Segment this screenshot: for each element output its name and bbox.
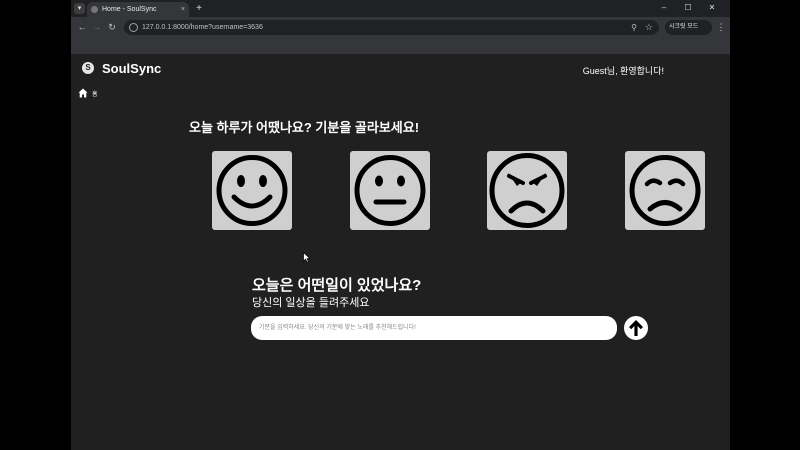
happy-face-icon — [216, 155, 288, 226]
forward-arrow-icon[interactable]: → — [91, 21, 103, 33]
reload-icon[interactable]: ↻ — [106, 21, 118, 33]
brand-logo-icon[interactable]: S — [82, 62, 94, 74]
mood-option-happy[interactable] — [212, 151, 292, 230]
angry-face-icon — [489, 153, 565, 228]
story-subtitle: 당신의 일상을 들려주세요 — [252, 297, 370, 309]
neutral-face-icon — [354, 155, 426, 226]
tab-close-icon[interactable]: × — [181, 4, 185, 15]
profile-chip[interactable]: 시크릿 모드 — [665, 20, 712, 35]
back-arrow-icon[interactable]: ← — [76, 21, 88, 33]
address-bar[interactable]: 127.0.0.1:8000/home?username=3636 ⚲ ☆ — [124, 20, 659, 35]
menu-dots-icon[interactable]: ⋮ — [716, 20, 726, 35]
minimize-button[interactable]: – — [653, 1, 675, 15]
browser-toolbar: ← → ↻ 127.0.0.1:8000/home?username=3636 … — [71, 17, 730, 37]
tab-strip: ▾ Home - SoulSync × + – ☐ ✕ — [71, 0, 730, 17]
mood-question: 오늘 하루가 어땠나요? 기분을 골라보세요! — [189, 120, 420, 135]
site-favicon-icon — [91, 6, 98, 13]
mood-option-neutral[interactable] — [350, 151, 430, 230]
tab-home[interactable]: Home - SoulSync × — [87, 2, 189, 17]
screen: ▾ Home - SoulSync × + – ☐ ✕ ← → ↻ 127.0.… — [0, 0, 800, 450]
sad-face-icon — [629, 155, 701, 226]
bookmark-star-icon[interactable]: ☆ — [645, 21, 653, 34]
tab-title: Home - SoulSync — [102, 6, 157, 13]
new-tab-button[interactable]: + — [193, 2, 205, 15]
url-text[interactable]: 127.0.0.1:8000/home?username=3636 — [142, 21, 263, 34]
mood-option-sad[interactable] — [625, 151, 705, 230]
submit-button[interactable] — [624, 316, 648, 340]
arrow-up-icon — [629, 320, 643, 336]
story-title: 오늘은 어떤일이 있었나요? — [252, 277, 422, 294]
bookmarks-bar — [71, 37, 730, 54]
page-content: S SoulSync Guest님, 환영합니다! 홈 오늘 하루가 어땠나요?… — [71, 54, 730, 450]
maximize-button[interactable]: ☐ — [677, 1, 699, 15]
tab-search-icon[interactable]: ▾ — [74, 3, 85, 14]
mood-text-input[interactable] — [251, 316, 617, 340]
browser-window: ▾ Home - SoulSync × + – ☐ ✕ ← → ↻ 127.0.… — [71, 0, 730, 450]
welcome-message: Guest님, 환영합니다! — [582, 66, 664, 76]
profile-label: 시크릿 모드 — [669, 24, 699, 30]
brand-name[interactable]: SoulSync — [102, 61, 161, 76]
home-label: 홈 — [92, 91, 98, 98]
mood-option-angry[interactable] — [487, 151, 567, 230]
home-link[interactable]: 홈 — [78, 88, 98, 98]
home-icon — [78, 88, 88, 98]
close-window-button[interactable]: ✕ — [701, 1, 723, 15]
zoom-icon[interactable]: ⚲ — [631, 21, 637, 34]
site-info-icon[interactable] — [129, 23, 138, 32]
mouse-cursor-icon — [303, 252, 311, 263]
